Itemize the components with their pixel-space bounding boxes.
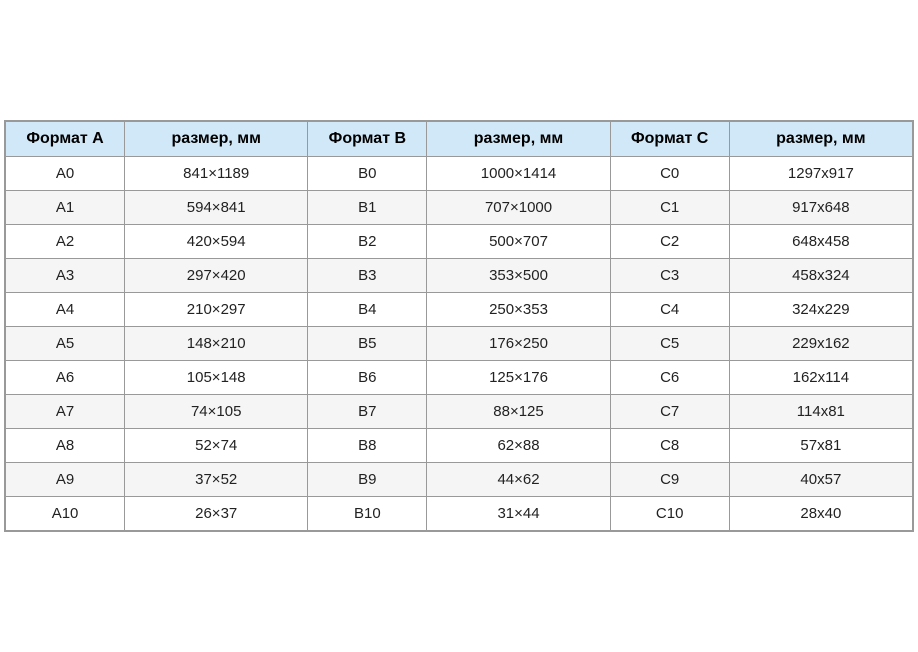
cell-sizeC-4: 324x229 [729, 293, 912, 327]
cell-formatA-1: А1 [6, 191, 125, 225]
cell-formatC-3: C3 [610, 259, 729, 293]
cell-sizeB-0: 1000×1414 [427, 157, 610, 191]
cell-sizeA-7: 74×105 [125, 395, 308, 429]
table-row: А4210×297В4250×353C4324x229 [6, 293, 913, 327]
header-format-c: Формат С [610, 122, 729, 157]
cell-formatA-6: А6 [6, 361, 125, 395]
table-row: А0841×1189В01000×1414C01297x917 [6, 157, 913, 191]
cell-sizeC-3: 458x324 [729, 259, 912, 293]
cell-formatB-2: В2 [308, 225, 427, 259]
cell-sizeB-8: 62×88 [427, 429, 610, 463]
cell-formatC-8: C8 [610, 429, 729, 463]
paper-formats-table: Формат А размер, мм Формат В размер, мм … [4, 120, 914, 532]
cell-formatC-5: C5 [610, 327, 729, 361]
cell-formatA-2: А2 [6, 225, 125, 259]
cell-formatA-3: А3 [6, 259, 125, 293]
cell-sizeA-2: 420×594 [125, 225, 308, 259]
table-row: А852×74В862×88C857x81 [6, 429, 913, 463]
cell-sizeA-10: 26×37 [125, 497, 308, 531]
cell-sizeB-9: 44×62 [427, 463, 610, 497]
cell-formatB-9: В9 [308, 463, 427, 497]
cell-sizeA-1: 594×841 [125, 191, 308, 225]
cell-sizeB-6: 125×176 [427, 361, 610, 395]
cell-formatC-6: C6 [610, 361, 729, 395]
cell-sizeB-1: 707×1000 [427, 191, 610, 225]
cell-sizeA-3: 297×420 [125, 259, 308, 293]
cell-formatB-3: В3 [308, 259, 427, 293]
header-size-a: размер, мм [125, 122, 308, 157]
cell-formatA-10: А10 [6, 497, 125, 531]
header-size-c: размер, мм [729, 122, 912, 157]
cell-formatB-4: В4 [308, 293, 427, 327]
cell-formatB-7: В7 [308, 395, 427, 429]
cell-formatC-1: C1 [610, 191, 729, 225]
cell-sizeB-2: 500×707 [427, 225, 610, 259]
table-header-row: Формат А размер, мм Формат В размер, мм … [6, 122, 913, 157]
cell-formatC-10: C10 [610, 497, 729, 531]
cell-formatB-1: В1 [308, 191, 427, 225]
cell-formatA-9: А9 [6, 463, 125, 497]
cell-sizeC-5: 229x162 [729, 327, 912, 361]
cell-formatA-5: А5 [6, 327, 125, 361]
cell-sizeA-8: 52×74 [125, 429, 308, 463]
table-row: А3297×420В3353×500C3458x324 [6, 259, 913, 293]
cell-sizeA-9: 37×52 [125, 463, 308, 497]
cell-formatC-2: C2 [610, 225, 729, 259]
cell-sizeC-1: 917x648 [729, 191, 912, 225]
cell-formatA-0: А0 [6, 157, 125, 191]
cell-formatB-6: В6 [308, 361, 427, 395]
table-row: А1594×841В1707×1000C1917x648 [6, 191, 913, 225]
cell-sizeC-7: 114x81 [729, 395, 912, 429]
cell-sizeB-3: 353×500 [427, 259, 610, 293]
cell-sizeB-4: 250×353 [427, 293, 610, 327]
cell-formatA-8: А8 [6, 429, 125, 463]
cell-sizeB-7: 88×125 [427, 395, 610, 429]
cell-formatB-10: В10 [308, 497, 427, 531]
cell-formatC-0: C0 [610, 157, 729, 191]
cell-formatB-5: В5 [308, 327, 427, 361]
cell-sizeB-5: 176×250 [427, 327, 610, 361]
cell-formatC-7: C7 [610, 395, 729, 429]
cell-formatB-0: В0 [308, 157, 427, 191]
cell-sizeC-6: 162x114 [729, 361, 912, 395]
table-row: А937×52В944×62C940x57 [6, 463, 913, 497]
header-format-a: Формат А [6, 122, 125, 157]
cell-sizeC-0: 1297x917 [729, 157, 912, 191]
header-size-b: размер, мм [427, 122, 610, 157]
cell-sizeC-10: 28x40 [729, 497, 912, 531]
cell-sizeA-0: 841×1189 [125, 157, 308, 191]
cell-formatC-4: C4 [610, 293, 729, 327]
cell-sizeC-9: 40x57 [729, 463, 912, 497]
cell-sizeC-2: 648x458 [729, 225, 912, 259]
table-row: А774×105В788×125C7114x81 [6, 395, 913, 429]
header-format-b: Формат В [308, 122, 427, 157]
cell-sizeA-4: 210×297 [125, 293, 308, 327]
table-row: А5148×210В5176×250C5229x162 [6, 327, 913, 361]
cell-sizeA-6: 105×148 [125, 361, 308, 395]
cell-formatC-9: C9 [610, 463, 729, 497]
cell-formatA-7: А7 [6, 395, 125, 429]
cell-formatB-8: В8 [308, 429, 427, 463]
cell-sizeC-8: 57x81 [729, 429, 912, 463]
table-row: А6105×148В6125×176C6162x114 [6, 361, 913, 395]
table-row: А1026×37В1031×44C1028x40 [6, 497, 913, 531]
table-row: А2420×594В2500×707C2648x458 [6, 225, 913, 259]
cell-sizeB-10: 31×44 [427, 497, 610, 531]
cell-formatA-4: А4 [6, 293, 125, 327]
cell-sizeA-5: 148×210 [125, 327, 308, 361]
